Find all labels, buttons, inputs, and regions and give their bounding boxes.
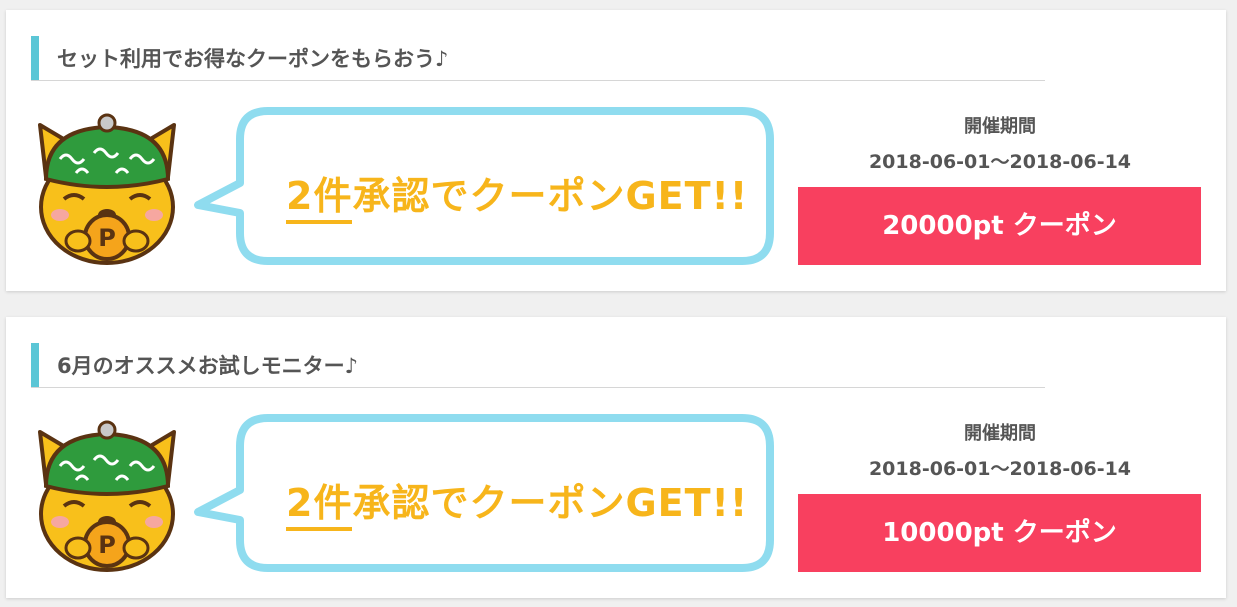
campaign-card: セット利用でお得なクーポンをもらおう♪ P 2件承認でクーポンGET!! 開催期… — [6, 10, 1226, 291]
period-label: 開催期間 — [964, 116, 1036, 137]
campaign-title: 6月のオススメお試しモニター♪ — [57, 354, 359, 378]
speech-bubble: 2件承認でクーポンGET!! — [186, 412, 776, 574]
campaign-heading: セット利用でお得なクーポンをもらおう♪ — [31, 36, 1045, 81]
campaign-card: 6月のオススメお試しモニター♪ P 2件承認でクーポンGET!! 開催期間 20… — [6, 317, 1226, 598]
coupon-button[interactable]: 20000pt クーポン — [798, 187, 1201, 265]
bubble-text: 承認でクーポンGET!! — [352, 174, 749, 218]
campaign-heading: 6月のオススメお試しモニター♪ — [31, 343, 1045, 388]
heading-accent-bar — [31, 343, 39, 387]
speech-bubble: 2件承認でクーポンGET!! — [186, 105, 776, 267]
bubble-text: 承認でクーポンGET!! — [352, 481, 749, 525]
coupon-button[interactable]: 10000pt クーポン — [798, 494, 1201, 572]
period-label: 開催期間 — [964, 423, 1036, 444]
campaign-title: セット利用でお得なクーポンをもらおう♪ — [57, 47, 449, 71]
bubble-number: 2件 — [286, 174, 353, 218]
cat-mascot-icon: P — [38, 113, 176, 265]
heading-accent-bar — [31, 36, 39, 80]
bubble-message: 2件承認でクーポンGET!! — [286, 472, 748, 527]
svg-text:P: P — [98, 224, 116, 252]
period-dates: 2018-06-01〜2018-06-14 — [868, 458, 1132, 480]
cat-mascot-icon: P — [38, 420, 176, 572]
bubble-number: 2件 — [286, 481, 353, 525]
svg-text:P: P — [98, 531, 116, 559]
period-dates: 2018-06-01〜2018-06-14 — [868, 151, 1132, 173]
bubble-message: 2件承認でクーポンGET!! — [286, 165, 748, 220]
